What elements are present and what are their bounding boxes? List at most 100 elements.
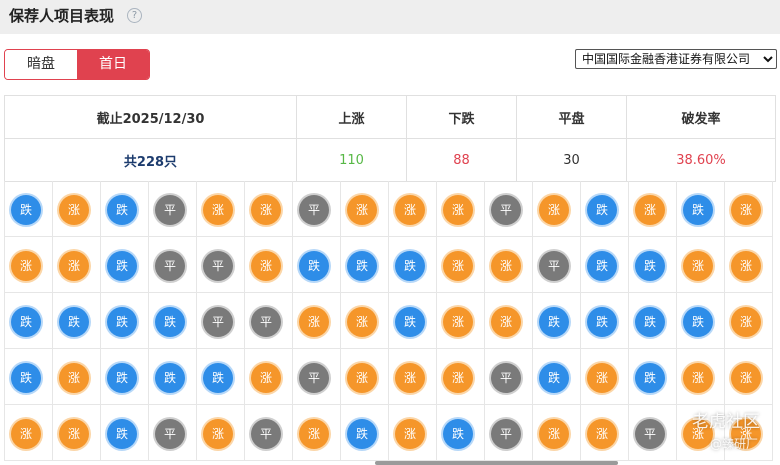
result-badge-zhang[interactable]: 涨 [683, 251, 713, 281]
result-badge-ping[interactable]: 平 [539, 251, 569, 281]
result-badge-zhang[interactable]: 涨 [683, 363, 713, 393]
result-badge-ping[interactable]: 平 [251, 307, 281, 337]
result-badge-ping[interactable]: 平 [491, 363, 521, 393]
sponsor-select[interactable]: 中国国际金融香港证券有限公司 [575, 49, 777, 69]
result-badge-zhang[interactable]: 涨 [11, 419, 41, 449]
result-badge-die[interactable]: 跌 [155, 363, 185, 393]
result-badge-zhang[interactable]: 涨 [203, 419, 233, 449]
result-badge-zhang[interactable]: 涨 [59, 195, 89, 225]
result-badge-die[interactable]: 跌 [107, 363, 137, 393]
result-badge-ping[interactable]: 平 [635, 419, 665, 449]
result-badge-ping[interactable]: 平 [203, 251, 233, 281]
result-badge-zhang[interactable]: 涨 [731, 307, 761, 337]
result-badge-die[interactable]: 跌 [635, 251, 665, 281]
result-badge-zhang[interactable]: 涨 [539, 195, 569, 225]
result-badge-zhang[interactable]: 涨 [203, 195, 233, 225]
result-badge-die[interactable]: 跌 [107, 307, 137, 337]
result-badge-die[interactable]: 跌 [299, 251, 329, 281]
grid-cell: 跌 [437, 405, 485, 461]
result-badge-zhang[interactable]: 涨 [59, 419, 89, 449]
result-badge-die[interactable]: 跌 [587, 195, 617, 225]
result-badge-zhang[interactable]: 涨 [251, 251, 281, 281]
summary-header-break-rate: 破发率 [626, 95, 776, 139]
result-badge-die[interactable]: 跌 [635, 363, 665, 393]
grid-cell: 平 [245, 405, 293, 461]
result-badge-die[interactable]: 跌 [107, 419, 137, 449]
result-badge-zhang[interactable]: 涨 [251, 195, 281, 225]
result-badge-die[interactable]: 跌 [539, 363, 569, 393]
market-toggle: 暗盘 首日 [4, 49, 150, 80]
result-badge-die[interactable]: 跌 [347, 251, 377, 281]
result-badge-zhang[interactable]: 涨 [59, 363, 89, 393]
result-badge-zhang[interactable]: 涨 [731, 195, 761, 225]
result-badge-zhang[interactable]: 涨 [683, 419, 713, 449]
result-badge-zhang[interactable]: 涨 [587, 363, 617, 393]
result-badge-die[interactable]: 跌 [347, 419, 377, 449]
result-badge-zhang[interactable]: 涨 [443, 251, 473, 281]
result-badge-ping[interactable]: 平 [491, 195, 521, 225]
result-badge-die[interactable]: 跌 [107, 195, 137, 225]
result-badge-die[interactable]: 跌 [539, 307, 569, 337]
grid-cell: 涨 [725, 237, 773, 293]
result-badge-zhang[interactable]: 涨 [587, 419, 617, 449]
result-badge-ping[interactable]: 平 [491, 419, 521, 449]
result-badge-ping[interactable]: 平 [155, 251, 185, 281]
result-badge-die[interactable]: 跌 [587, 251, 617, 281]
result-badge-zhang[interactable]: 涨 [731, 363, 761, 393]
summary-header-up: 上涨 [296, 95, 407, 139]
result-badge-zhang[interactable]: 涨 [443, 307, 473, 337]
result-badge-die[interactable]: 跌 [587, 307, 617, 337]
grid-cell: 涨 [437, 181, 485, 237]
result-badge-zhang[interactable]: 涨 [347, 195, 377, 225]
result-badge-zhang[interactable]: 涨 [347, 363, 377, 393]
result-badge-zhang[interactable]: 涨 [443, 363, 473, 393]
result-badge-zhang[interactable]: 涨 [395, 363, 425, 393]
result-badge-zhang[interactable]: 涨 [299, 419, 329, 449]
result-badge-zhang[interactable]: 涨 [635, 195, 665, 225]
result-badge-die[interactable]: 跌 [395, 251, 425, 281]
result-badge-die[interactable]: 跌 [395, 307, 425, 337]
result-badge-die[interactable]: 跌 [11, 363, 41, 393]
result-badge-die[interactable]: 跌 [683, 195, 713, 225]
toggle-grey-market[interactable]: 暗盘 [5, 50, 77, 79]
result-badge-die[interactable]: 跌 [107, 251, 137, 281]
grid-cell: 平 [533, 237, 581, 293]
result-badge-die[interactable]: 跌 [11, 195, 41, 225]
result-badge-die[interactable]: 跌 [11, 307, 41, 337]
horizontal-scrollbar[interactable] [375, 461, 618, 465]
result-badge-zhang[interactable]: 涨 [731, 251, 761, 281]
result-badge-die[interactable]: 跌 [683, 307, 713, 337]
result-badge-zhang[interactable]: 涨 [731, 419, 761, 449]
result-badge-zhang[interactable]: 涨 [299, 307, 329, 337]
result-badge-zhang[interactable]: 涨 [395, 419, 425, 449]
grid-cell: 涨 [485, 237, 533, 293]
result-badge-zhang[interactable]: 涨 [491, 307, 521, 337]
result-badge-zhang[interactable]: 涨 [59, 251, 89, 281]
grid-cell: 跌 [5, 349, 53, 405]
result-badge-ping[interactable]: 平 [299, 363, 329, 393]
result-badge-zhang[interactable]: 涨 [251, 363, 281, 393]
grid-cell: 涨 [293, 405, 341, 461]
result-badge-die[interactable]: 跌 [155, 307, 185, 337]
toggle-first-day[interactable]: 首日 [77, 50, 149, 79]
result-badge-ping[interactable]: 平 [203, 307, 233, 337]
result-badge-zhang[interactable]: 涨 [491, 251, 521, 281]
result-badge-die[interactable]: 跌 [635, 307, 665, 337]
grid-cell: 涨 [677, 405, 725, 461]
result-badge-die[interactable]: 跌 [203, 363, 233, 393]
grid-cell: 涨 [5, 405, 53, 461]
result-badge-die[interactable]: 跌 [59, 307, 89, 337]
result-badge-zhang[interactable]: 涨 [443, 195, 473, 225]
result-badge-zhang[interactable]: 涨 [395, 195, 425, 225]
grid-cell: 涨 [245, 181, 293, 237]
result-badge-zhang[interactable]: 涨 [11, 251, 41, 281]
help-icon[interactable]: ? [127, 8, 142, 23]
result-badge-die[interactable]: 跌 [443, 419, 473, 449]
grid-cell: 平 [245, 293, 293, 349]
result-badge-ping[interactable]: 平 [155, 195, 185, 225]
result-badge-ping[interactable]: 平 [299, 195, 329, 225]
result-badge-zhang[interactable]: 涨 [347, 307, 377, 337]
result-badge-ping[interactable]: 平 [155, 419, 185, 449]
result-badge-zhang[interactable]: 涨 [539, 419, 569, 449]
result-badge-ping[interactable]: 平 [251, 419, 281, 449]
